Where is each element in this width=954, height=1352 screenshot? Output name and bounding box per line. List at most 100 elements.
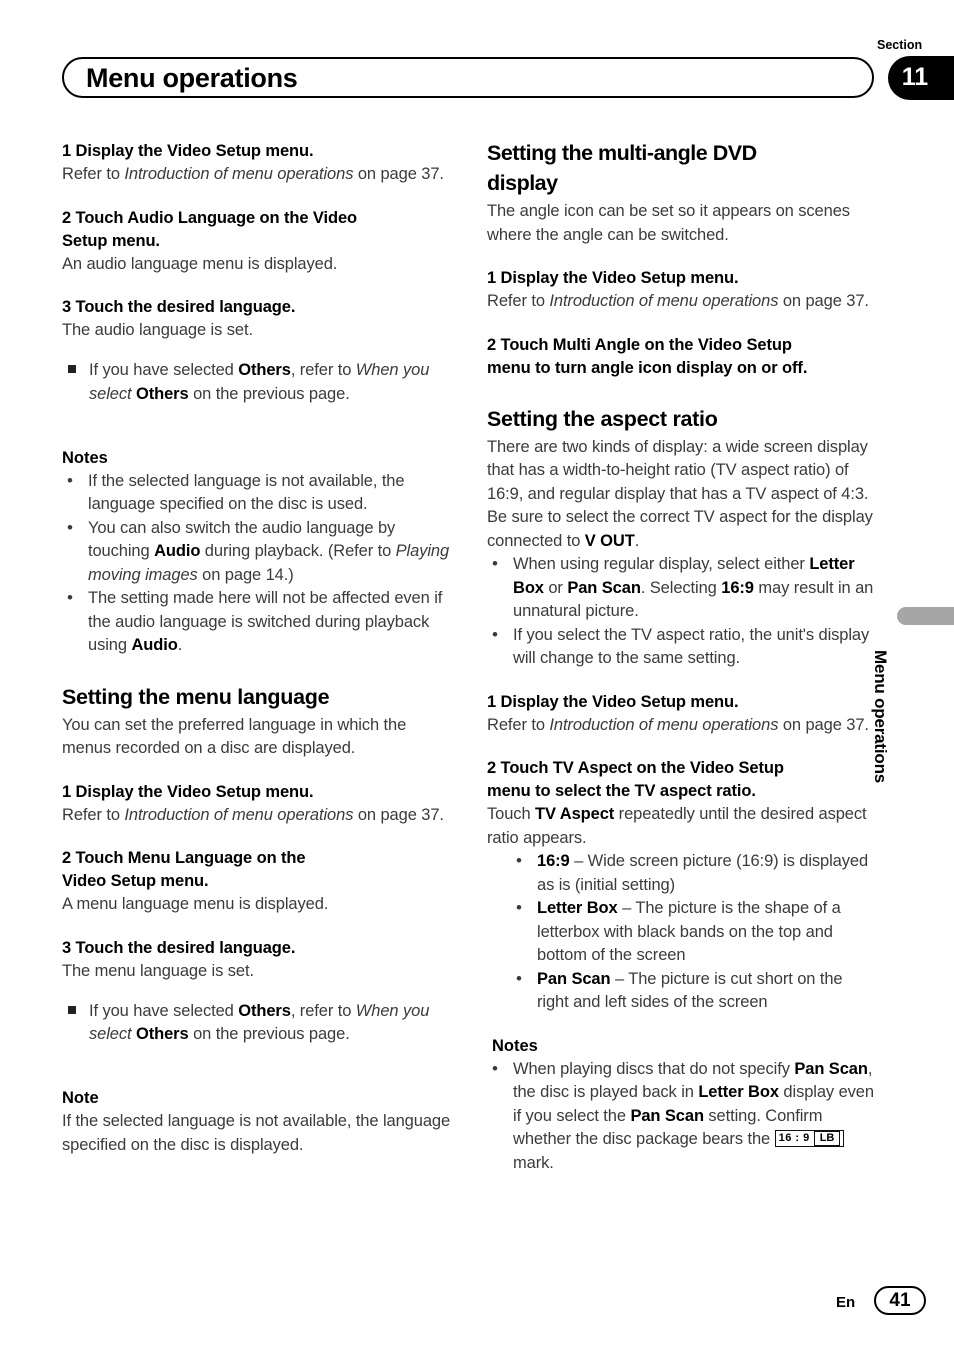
- list-item: Pan Scan – The picture is cut short on t…: [487, 967, 877, 1015]
- list-item: You can also switch the audio language b…: [62, 516, 452, 588]
- page-number-badge: 41: [874, 1286, 926, 1315]
- chapter-title-pill: Menu operations: [62, 57, 874, 98]
- mark-ratio-text: 16 : 9: [778, 1132, 810, 1145]
- text-run: Refer to: [487, 292, 550, 310]
- text-run: , refer to: [290, 361, 356, 379]
- section-label: Section: [877, 38, 923, 52]
- option-description: – Wide screen picture (16:9) is displaye…: [537, 852, 869, 894]
- step-body: An audio language menu is displayed.: [62, 254, 338, 273]
- section-intro: You can set the preferred language in wh…: [62, 715, 407, 758]
- notes-heading: Notes: [492, 1036, 538, 1055]
- text-run: .: [177, 636, 183, 654]
- step-body: Refer to Introduction of menu operations…: [62, 163, 452, 187]
- text-run: Refer to: [62, 805, 125, 824]
- step-heading-cont: menu to select the TV aspect ratio.: [487, 782, 756, 800]
- step-heading: 1 Display the Video Setup menu.: [62, 142, 314, 160]
- step-heading: 2 Touch TV Aspect on the Video Setup: [487, 759, 784, 777]
- section-intro: The angle icon can be set so it appears …: [487, 202, 850, 244]
- bold-term: Others: [238, 1001, 291, 1020]
- notes-heading: Notes: [62, 448, 108, 467]
- italic-ref: Introduction of menu operations: [549, 292, 779, 310]
- text-run: Refer to: [62, 165, 125, 183]
- step-heading: 2 Touch Audio Language on the Video: [62, 208, 358, 227]
- list-item: Letter Box – The picture is the shape of…: [487, 896, 877, 968]
- section-heading: Setting the aspect ratio: [487, 406, 718, 431]
- bold-term: Letter Box: [698, 1083, 779, 1101]
- step-heading: 1 Display the Video Setup menu.: [487, 269, 739, 287]
- text-run: on the previous page.: [188, 1025, 350, 1043]
- option-label: Pan Scan: [537, 969, 611, 988]
- note-body: If the selected language is not availabl…: [62, 1112, 451, 1154]
- text-run: during playback. (Refer to: [200, 542, 396, 560]
- text-run: , refer to: [290, 1001, 356, 1020]
- section-number: 11: [901, 63, 929, 91]
- text-run: on page 37.: [778, 715, 869, 734]
- square-bullet-item: If you have selected Others, refer to Wh…: [62, 359, 452, 406]
- italic-ref: Introduction of menu operations: [549, 715, 779, 734]
- text-run: There are two kinds of display: a wide s…: [487, 437, 873, 550]
- step-heading: 2 Touch Menu Language on the: [62, 849, 306, 867]
- text-run: .: [634, 531, 640, 550]
- text-run: mark.: [513, 1153, 554, 1172]
- square-bullet-icon: [68, 365, 76, 373]
- text-run: If you have selected: [89, 361, 239, 379]
- bold-term: Others: [238, 361, 291, 379]
- italic-ref: Introduction of menu operations: [124, 805, 354, 824]
- step-body: Refer to Introduction of menu operations…: [487, 290, 877, 314]
- step-heading-cont: Setup menu.: [62, 231, 160, 250]
- step-heading: 2 Touch Multi Angle on the Video Setup: [487, 335, 792, 354]
- bold-term: Pan Scan: [794, 1059, 868, 1078]
- bold-term: TV Aspect: [535, 805, 615, 823]
- square-bullet-icon: [68, 1005, 76, 1014]
- text-run: . Selecting: [640, 578, 722, 597]
- note-heading: Note: [62, 1089, 99, 1107]
- text-run: When using regular display, select eithe…: [513, 555, 810, 573]
- bold-term: Audio: [154, 542, 201, 560]
- step-heading: 3 Touch the desired language.: [62, 298, 296, 316]
- page-header: Menu operations Section 11: [0, 0, 954, 120]
- bold-term: V OUT: [584, 531, 635, 550]
- page-title: Menu operations: [86, 63, 298, 93]
- bold-term: 16:9: [721, 578, 754, 597]
- step-body: Refer to Introduction of menu operations…: [62, 804, 452, 828]
- section-intro: There are two kinds of display: a wide s…: [487, 436, 877, 554]
- footer-language-code: En: [836, 1294, 856, 1311]
- side-tab-label: Menu operations: [871, 650, 890, 784]
- aspect-notes-list: When using regular display, select eithe…: [487, 552, 877, 671]
- step-heading-cont: Video Setup menu.: [62, 872, 209, 890]
- step-heading: 3 Touch the desired language.: [62, 938, 296, 957]
- text-run: When playing discs that do not specify: [513, 1059, 795, 1078]
- mark-lb-text: LB: [813, 1131, 841, 1147]
- step-heading: 1 Display the Video Setup menu.: [62, 782, 314, 801]
- left-column: 1 Display the Video Setup menu. Refer to…: [62, 140, 452, 1157]
- square-bullet-item: If you have selected Others, refer to Wh…: [62, 1000, 452, 1047]
- text-run: on page 37.: [353, 805, 444, 824]
- section-heading-cont: display: [487, 171, 558, 195]
- notes-list: If the selected language is not availabl…: [62, 469, 452, 658]
- step-heading-cont: menu to turn angle icon display on or of…: [487, 358, 808, 377]
- bold-term: Others: [136, 384, 189, 403]
- aspect-options-list: 16:9 – Wide screen picture (16:9) is dis…: [487, 849, 877, 1015]
- option-label: Letter Box: [537, 899, 618, 917]
- text-run: on page 37.: [778, 292, 869, 310]
- list-item: When playing discs that do not specify P…: [487, 1057, 877, 1176]
- step-body: A menu language menu is displayed.: [62, 895, 329, 913]
- bold-term: Pan Scan: [630, 1106, 704, 1125]
- section-number-badge: 11: [888, 56, 954, 100]
- letterbox-mark-icon: 16 : 9 LB: [774, 1130, 845, 1148]
- list-item: If you select the TV aspect ratio, the u…: [487, 623, 877, 671]
- option-label: 16:9: [537, 852, 570, 870]
- text-run: If you have selected: [89, 1001, 239, 1020]
- aspect-notes-list-2: When playing discs that do not specify P…: [487, 1057, 877, 1176]
- step-body: Refer to Introduction of menu operations…: [487, 714, 877, 738]
- text-run: on page 37.: [353, 165, 444, 183]
- text-run: Touch: [487, 805, 536, 823]
- right-column: Setting the multi-angle DVD display The …: [487, 140, 877, 1175]
- side-tab-bar: [897, 607, 954, 625]
- text-run: or: [543, 578, 568, 597]
- bold-term: Others: [136, 1025, 189, 1043]
- list-item: 16:9 – Wide screen picture (16:9) is dis…: [487, 849, 877, 897]
- step-body: The audio language is set.: [62, 321, 253, 339]
- bold-term: Pan Scan: [567, 578, 641, 597]
- text-run: on page 14.): [197, 565, 294, 584]
